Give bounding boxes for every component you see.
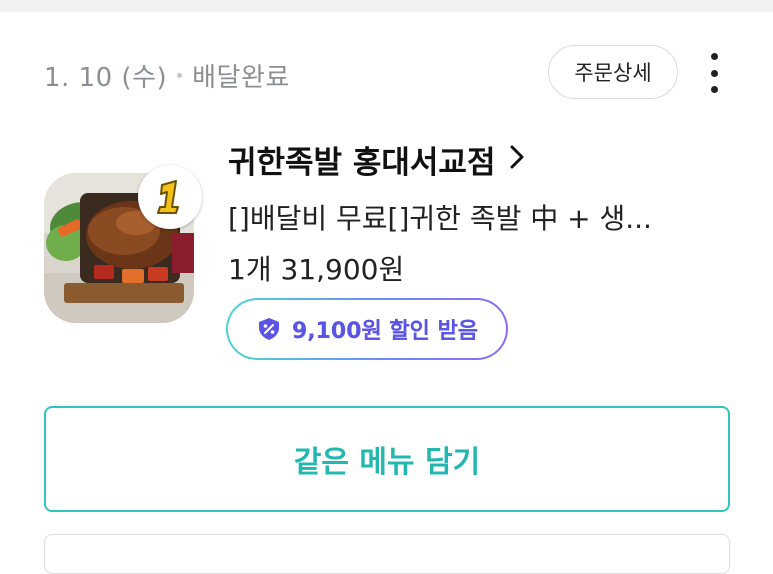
store-name-link[interactable]: 귀한족발 홍대서교점 [228,137,525,182]
order-status: 배달완료 [192,63,290,93]
coupon-label: 9,100원 할인 받음 [292,313,478,345]
separator-dot [177,73,183,78]
menu-description: []배달비 무료[]귀한 족발 中 + 생... [228,202,652,235]
coupon-shield-icon [258,318,279,340]
coupon-badge: 9,100원 할인 받음 [226,298,508,360]
order-date: 1. 10 (수) [44,63,168,93]
more-options-icon[interactable] [704,53,724,93]
next-order-card [44,534,730,574]
store-name: 귀한족발 홍대서교점 [228,145,496,181]
quantity-price: 1개 31,900원 [228,253,405,286]
order-meta: 1. 10 (수) 배달완료 [44,57,290,94]
order-header: 1. 10 (수) 배달완료 주문상세 [44,45,734,101]
top-divider [0,0,773,12]
chevron-right-icon [509,142,525,178]
rank-one-icon [157,180,179,214]
add-same-menu-button[interactable]: 같은 메뉴 담기 [44,406,730,512]
rank-badge [138,165,202,229]
order-detail-button[interactable]: 주문상세 [548,45,678,99]
